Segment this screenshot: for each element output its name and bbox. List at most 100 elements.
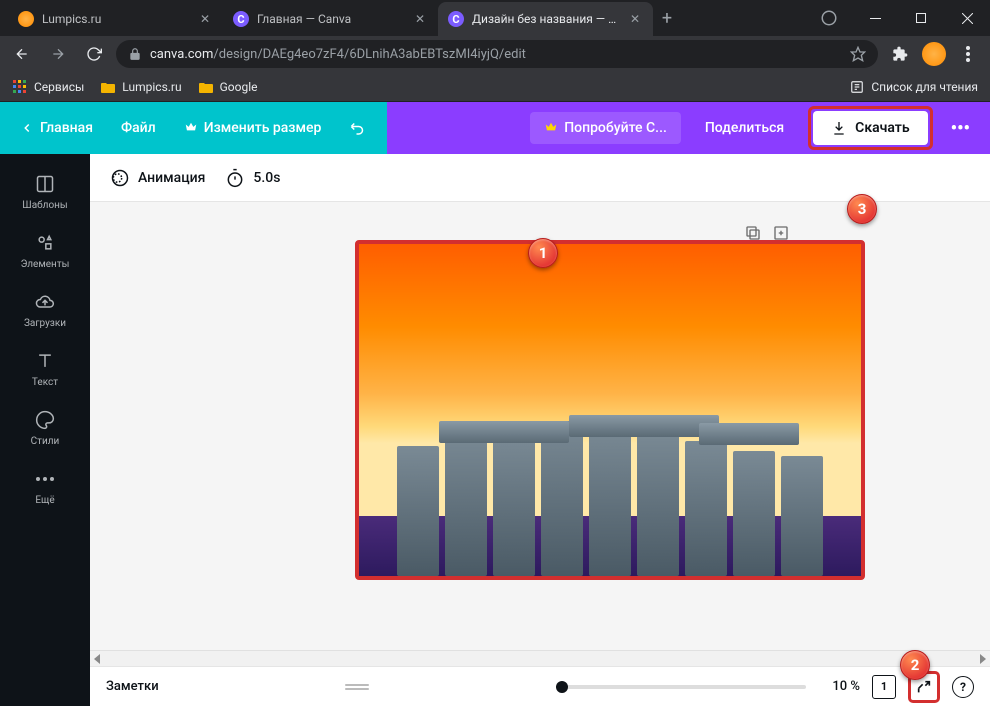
download-button[interactable]: Скачать bbox=[813, 111, 927, 145]
stopwatch-icon bbox=[225, 168, 245, 188]
crown-icon bbox=[184, 121, 198, 135]
bookmark-label: Google bbox=[220, 80, 258, 94]
sidebar-item-elements[interactable]: Элементы bbox=[0, 221, 90, 280]
bookmark-services[interactable]: Сервисы bbox=[12, 79, 84, 95]
maximize-button[interactable] bbox=[898, 0, 944, 36]
sidebar-item-more[interactable]: Ещё bbox=[0, 457, 90, 516]
back-button[interactable] bbox=[8, 40, 36, 68]
browser-menu-button[interactable] bbox=[954, 40, 982, 68]
reload-button[interactable] bbox=[80, 40, 108, 68]
browser-tab[interactable]: Lumpics.ru ✕ bbox=[8, 2, 223, 36]
tab-close-icon[interactable]: ✕ bbox=[197, 11, 213, 27]
zoom-slider[interactable] bbox=[556, 685, 806, 689]
crown-icon bbox=[544, 121, 558, 135]
tab-title: Главная — Canva bbox=[257, 12, 404, 26]
browser-tabs: Lumpics.ru ✕ C Главная — Canva ✕ C Дизай… bbox=[0, 0, 681, 36]
sidebar-label: Ещё bbox=[35, 495, 54, 506]
fullscreen-icon bbox=[916, 679, 932, 695]
text-icon bbox=[33, 349, 57, 373]
bookmark-label: Сервисы bbox=[34, 80, 84, 94]
minimize-button[interactable] bbox=[852, 0, 898, 36]
share-label: Поделиться bbox=[705, 120, 784, 136]
canva-header-left: Главная Файл Изменить размер bbox=[0, 102, 387, 154]
tab-close-icon[interactable]: ✕ bbox=[412, 11, 428, 27]
canva-header-right: Попробуйте С... Поделиться Скачать ••• bbox=[387, 102, 990, 154]
close-button[interactable] bbox=[944, 0, 990, 36]
animation-label: Анимация bbox=[138, 170, 205, 186]
horizontal-scrollbar[interactable] bbox=[90, 650, 990, 666]
download-highlight: Скачать bbox=[808, 106, 932, 150]
tab-title: Дизайн без названия — 5100 bbox=[472, 12, 619, 26]
folder-icon bbox=[100, 79, 116, 95]
sidebar-item-text[interactable]: Текст bbox=[0, 339, 90, 398]
chevron-left-icon bbox=[20, 121, 34, 135]
step-badge-3: 3 bbox=[847, 194, 877, 224]
canva-header: Главная Файл Изменить размер Попробуйте … bbox=[0, 102, 990, 154]
sidebar-label: Загрузки bbox=[24, 318, 66, 329]
sidebar-label: Шаблоны bbox=[22, 200, 67, 211]
home-button[interactable]: Главная bbox=[8, 112, 105, 144]
extensions-icon[interactable] bbox=[886, 40, 914, 68]
tab-close-icon[interactable]: ✕ bbox=[627, 11, 643, 27]
resize-label: Изменить размер bbox=[204, 120, 322, 136]
download-icon bbox=[831, 120, 847, 136]
design-canvas[interactable] bbox=[355, 240, 865, 580]
browser-tab[interactable]: C Главная — Canva ✕ bbox=[223, 2, 438, 36]
canvas-image bbox=[359, 244, 861, 576]
bookmark-lumpics[interactable]: Lumpics.ru bbox=[100, 79, 181, 95]
canvas-viewport[interactable] bbox=[90, 202, 990, 650]
browser-titlebar: Lumpics.ru ✕ C Главная — Canva ✕ C Дизай… bbox=[0, 0, 990, 36]
bookmark-label: Список для чтения bbox=[871, 80, 978, 94]
animation-icon bbox=[110, 168, 130, 188]
canva-body: Шаблоны Элементы Загрузки Текст Стили Ещ… bbox=[0, 154, 990, 706]
try-pro-button[interactable]: Попробуйте С... bbox=[530, 112, 681, 144]
more-button[interactable]: ••• bbox=[943, 110, 978, 147]
templates-icon bbox=[33, 172, 57, 196]
tab-favicon-icon bbox=[18, 11, 34, 27]
tab-favicon-icon: C bbox=[233, 11, 249, 27]
sidebar-item-templates[interactable]: Шаблоны bbox=[0, 162, 90, 221]
browser-tab-active[interactable]: C Дизайн без названия — 5100 ✕ bbox=[438, 2, 653, 36]
sidebar-item-styles[interactable]: Стили bbox=[0, 398, 90, 457]
undo-icon bbox=[349, 119, 367, 137]
resize-button[interactable]: Изменить размер bbox=[172, 112, 334, 144]
palette-icon bbox=[33, 408, 57, 432]
sidebar-label: Элементы bbox=[21, 259, 70, 270]
undo-button[interactable] bbox=[337, 111, 379, 145]
more-icon bbox=[33, 467, 57, 491]
notes-button[interactable]: Заметки bbox=[106, 679, 159, 694]
help-button[interactable]: ? bbox=[952, 676, 974, 698]
bookmark-label: Lumpics.ru bbox=[122, 80, 181, 94]
animation-button[interactable]: Анимация bbox=[110, 168, 205, 188]
zoom-value[interactable]: 10 % bbox=[818, 679, 860, 694]
window-controls bbox=[806, 0, 990, 36]
cloud-upload-icon bbox=[33, 290, 57, 314]
stones-illustration bbox=[359, 393, 861, 576]
bottom-bar: Заметки 10 % 1 ? bbox=[90, 666, 990, 706]
duration-button[interactable]: 5.0s bbox=[225, 168, 280, 188]
pages-button[interactable]: 1 bbox=[872, 675, 896, 699]
file-button[interactable]: Файл bbox=[109, 112, 168, 144]
new-tab-button[interactable]: + bbox=[653, 0, 681, 36]
sidebar-item-uploads[interactable]: Загрузки bbox=[0, 280, 90, 339]
share-button[interactable]: Поделиться bbox=[691, 112, 798, 144]
incognito-icon bbox=[806, 0, 852, 36]
step-badge-2: 2 bbox=[900, 650, 930, 680]
drag-handle-icon[interactable] bbox=[171, 684, 544, 690]
canvas-area: Анимация 5.0s bbox=[90, 154, 990, 706]
sidebar-label: Стили bbox=[31, 436, 60, 447]
profile-avatar[interactable] bbox=[922, 42, 946, 66]
download-label: Скачать bbox=[855, 120, 909, 136]
page-count: 1 bbox=[881, 680, 887, 693]
sidebar-label: Текст bbox=[32, 377, 58, 388]
bookmark-star-icon[interactable] bbox=[850, 46, 866, 62]
bookmark-google[interactable]: Google bbox=[198, 79, 258, 95]
step-badge-1: 1 bbox=[528, 238, 558, 268]
lock-icon bbox=[128, 47, 142, 61]
address-bar[interactable]: canva.com/design/DAEg4eo7zF4/6DLnihA3abE… bbox=[116, 40, 878, 68]
apps-icon bbox=[12, 79, 28, 95]
tab-favicon-icon: C bbox=[448, 11, 464, 27]
forward-button[interactable] bbox=[44, 40, 72, 68]
list-icon bbox=[849, 79, 865, 95]
reading-list-button[interactable]: Список для чтения bbox=[849, 79, 978, 95]
